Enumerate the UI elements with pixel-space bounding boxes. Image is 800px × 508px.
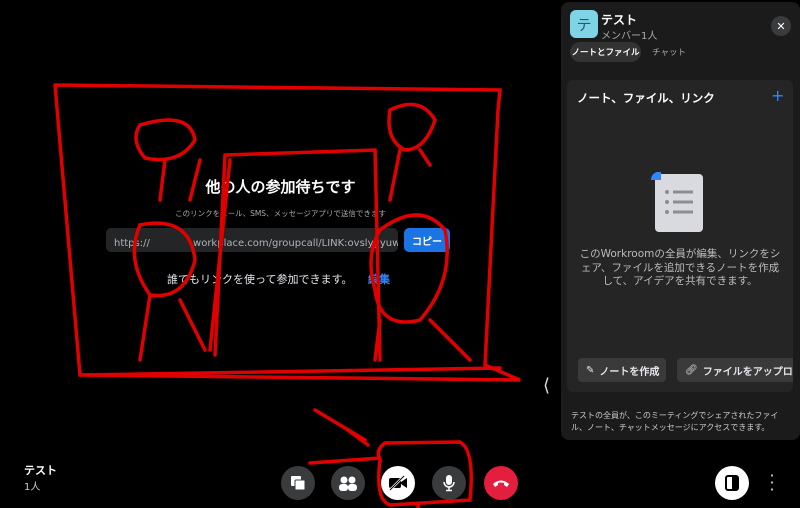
access-info: 誰でもリンクを使って参加できます。 <box>167 273 353 286</box>
tab-chat[interactable]: チャット <box>649 42 689 62</box>
create-note-button[interactable]: ✎ ノートを作成 <box>578 358 666 382</box>
camera-off-icon <box>389 475 407 491</box>
upload-file-label: ファイルをアップロード <box>702 366 793 378</box>
notes-card: ノート、ファイル、リンク + このWorkroomの全員が編集、リンクをシェア、… <box>567 80 793 392</box>
toggle-side-panel-button[interactable] <box>715 466 749 500</box>
notes-heading: ノート、ファイル、リンク <box>577 91 715 105</box>
people-icon <box>339 476 357 491</box>
edit-access-link[interactable]: 編集 <box>368 271 390 287</box>
end-call-button[interactable] <box>484 466 518 500</box>
room-avatar: テ <box>570 10 598 38</box>
notes-description: このWorkroomの全員が編集、リンクをシェア、ファイルを追加できるノートを作… <box>579 248 781 287</box>
panel-footer-note: テストの全員が、このミーティングでシェアされたファイル、ノート、チャットメッセー… <box>571 411 779 432</box>
pencil-icon: ✎ <box>586 364 595 376</box>
microphone-button[interactable] <box>432 466 466 500</box>
paperclip-icon: 🔗︎ <box>685 364 698 376</box>
copy-link-button[interactable]: コピー <box>404 228 450 252</box>
microphone-icon <box>443 475 455 492</box>
more-options-icon[interactable]: · · · <box>768 468 776 498</box>
side-panel-icon <box>725 475 739 491</box>
upload-file-button[interactable]: 🔗︎ ファイルをアップロード <box>677 358 793 382</box>
meeting-name: テスト <box>24 464 57 477</box>
hang-up-icon <box>493 480 509 487</box>
camera-toggle-button[interactable] <box>381 466 415 500</box>
side-panel: テ テスト メンバー1人 ✕ ノートとファイル チャット ノート、ファイル、リン… <box>561 2 800 440</box>
close-icon: ✕ <box>776 19 786 33</box>
share-screen-button[interactable] <box>281 466 315 500</box>
waiting-title: 他の人の参加待ちです <box>205 178 356 196</box>
room-title: テスト <box>601 13 638 27</box>
room-members: メンバー1人 <box>601 31 658 42</box>
share-screen-icon <box>291 476 306 491</box>
participants-button[interactable] <box>331 466 365 500</box>
close-panel-button[interactable]: ✕ <box>771 16 791 36</box>
tab-notes-files[interactable]: ノートとファイル <box>570 42 641 62</box>
share-hint: このリンクをメール、SMS、メッセージアプリで送信できます <box>175 209 386 218</box>
add-icon[interactable]: + <box>771 86 784 105</box>
document-icon <box>651 172 703 232</box>
meeting-link-field[interactable]: https:// .workplace.com/groupcall/LINK:o… <box>106 228 398 252</box>
participant-count: 1人 <box>24 482 41 493</box>
collapse-panel-icon[interactable]: ⟨ <box>543 375 550 396</box>
create-note-label: ノートを作成 <box>599 366 660 378</box>
